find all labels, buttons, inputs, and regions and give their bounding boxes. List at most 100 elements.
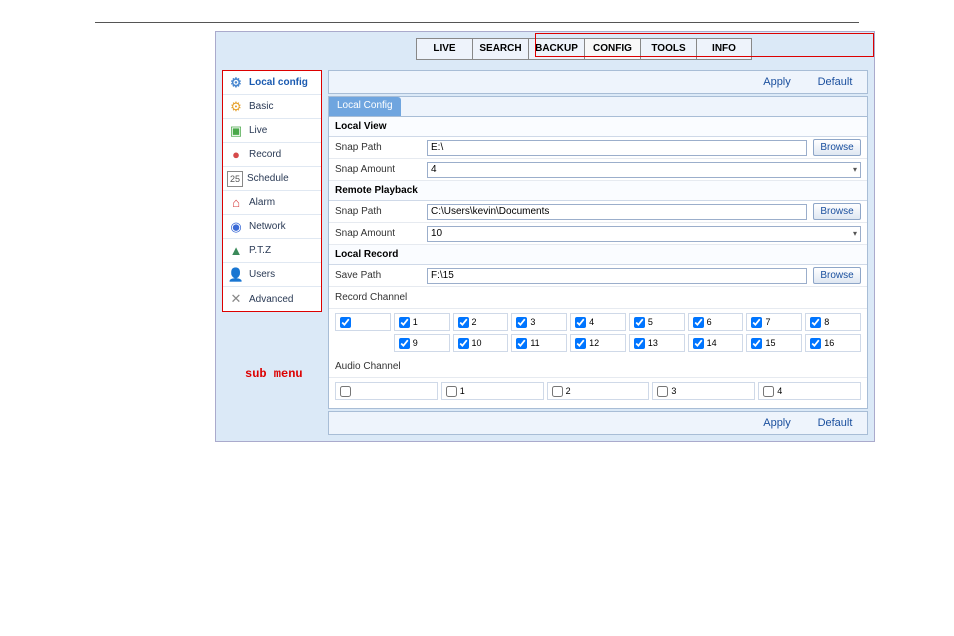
record-channel-5-checkbox[interactable]	[634, 317, 645, 328]
record-channel-13-checkbox[interactable]	[634, 338, 645, 349]
sidebar-item-record[interactable]: ● Record	[223, 143, 321, 167]
live-icon: ▣	[227, 122, 245, 140]
sidebar-item-network[interactable]: ◉Network	[223, 215, 321, 239]
record-channel-11: 11	[511, 334, 567, 352]
audio-channel-1-label: 1	[460, 386, 465, 396]
record-channel-7-checkbox[interactable]	[751, 317, 762, 328]
sidebar-item-alarm[interactable]: ⌂Alarm	[223, 191, 321, 215]
input-save-path[interactable]	[427, 268, 807, 284]
default-button[interactable]: Default	[811, 76, 859, 88]
record-channel-6-checkbox[interactable]	[693, 317, 704, 328]
select-local-view-snap-amount[interactable]: 4▾	[427, 162, 861, 178]
record-channel-15-checkbox[interactable]	[751, 338, 762, 349]
sidebar-item-label: Local config	[249, 77, 308, 88]
sidebar-item-local-config[interactable]: ⚙ Local config	[223, 71, 321, 95]
record-channel-12-checkbox[interactable]	[575, 338, 586, 349]
top-button-row: Apply Default	[328, 70, 868, 94]
sidebar-item-schedule[interactable]: 25Schedule	[223, 167, 321, 191]
apply-button[interactable]: Apply	[753, 76, 801, 88]
sidebar-item-label: Record	[249, 149, 281, 160]
record-channel-16-checkbox[interactable]	[810, 338, 821, 349]
input-remote-snap-path[interactable]	[427, 204, 807, 220]
browse-button[interactable]: Browse	[813, 267, 861, 284]
record-channel-4-label: 4	[589, 317, 594, 327]
local-config-icon: ⚙	[227, 74, 245, 92]
record-channel-3-checkbox[interactable]	[516, 317, 527, 328]
record-channel-8-checkbox[interactable]	[810, 317, 821, 328]
label-snap-path: Snap Path	[329, 206, 427, 217]
audio-channel-4-checkbox[interactable]	[763, 386, 774, 397]
p-t-z-icon: ▲	[227, 242, 245, 260]
sidebar-item-label: P.T.Z	[249, 245, 271, 256]
sidebar-item-users[interactable]: 👤Users	[223, 263, 321, 287]
audio-channel-2-checkbox[interactable]	[552, 386, 563, 397]
audio-channel-3: 3	[652, 382, 755, 400]
record-channel-4-checkbox[interactable]	[575, 317, 586, 328]
record-channel-14-label: 14	[707, 338, 717, 348]
tab-config[interactable]: CONFIG	[584, 38, 640, 60]
record-channel-10: 10	[453, 334, 509, 352]
record-channel-2-checkbox[interactable]	[458, 317, 469, 328]
audio-channel-all-checkbox[interactable]	[340, 386, 351, 397]
network-icon: ◉	[227, 218, 245, 236]
audio-channel-2: 2	[547, 382, 650, 400]
record-channel-12: 12	[570, 334, 626, 352]
section-remote-playback: Remote Playback	[329, 181, 867, 201]
record-channel-14-checkbox[interactable]	[693, 338, 704, 349]
audio-channel-3-checkbox[interactable]	[657, 386, 668, 397]
users-icon: 👤	[227, 266, 245, 284]
record-channel-grid: 12345678910111213141516	[329, 309, 867, 356]
record-channel-3-label: 3	[530, 317, 535, 327]
sidebar-item-advanced[interactable]: ✕Advanced	[223, 287, 321, 311]
tab-search[interactable]: SEARCH	[472, 38, 528, 60]
record-channel-6-label: 6	[707, 317, 712, 327]
main-menu: LIVESEARCHBACKUPCONFIGTOOLSINFO	[416, 38, 752, 60]
tab-backup[interactable]: BACKUP	[528, 38, 584, 60]
default-button[interactable]: Default	[811, 417, 859, 429]
record-channel-9-label: 9	[413, 338, 418, 348]
audio-channel-1: 1	[441, 382, 544, 400]
record-channel-1-checkbox[interactable]	[399, 317, 410, 328]
apply-button[interactable]: Apply	[753, 417, 801, 429]
record-channel-all	[335, 313, 391, 331]
panel-tab-local-config[interactable]: Local Config	[329, 97, 401, 116]
record-channel-2: 2	[453, 313, 509, 331]
record-channel-all-checkbox[interactable]	[340, 317, 351, 328]
sidebar-item-basic[interactable]: ⚙Basic	[223, 95, 321, 119]
record-channel-10-checkbox[interactable]	[458, 338, 469, 349]
record-channel-13: 13	[629, 334, 685, 352]
record-channel-9: 9	[394, 334, 450, 352]
tab-live[interactable]: LIVE	[416, 38, 472, 60]
audio-channel-all	[335, 382, 438, 400]
annotation-sub-menu: sub menu	[245, 367, 303, 381]
record-channel-12-label: 12	[589, 338, 599, 348]
sidebar-item-label: Alarm	[249, 197, 275, 208]
select-remote-snap-amount[interactable]: 10▾	[427, 226, 861, 242]
browse-button[interactable]: Browse	[813, 139, 861, 156]
sidebar-item-live[interactable]: ▣ Live	[223, 119, 321, 143]
tab-info[interactable]: INFO	[696, 38, 752, 60]
section-local-record: Local Record	[329, 245, 867, 265]
record-channel-14: 14	[688, 334, 744, 352]
record-channel-16: 16	[805, 334, 861, 352]
record-channel-11-checkbox[interactable]	[516, 338, 527, 349]
record-channel-11-label: 11	[530, 338, 539, 348]
record-channel-9-checkbox[interactable]	[399, 338, 410, 349]
record-icon: ●	[227, 146, 245, 164]
audio-channel-3-label: 3	[671, 386, 676, 396]
sidebar: ⚙ Local config ⚙Basic ▣ Live ● Record 25Schedul…	[222, 70, 322, 312]
input-local-view-snap-path[interactable]	[427, 140, 807, 156]
record-channel-1: 1	[394, 313, 450, 331]
record-channel-10-label: 10	[472, 338, 482, 348]
browse-button[interactable]: Browse	[813, 203, 861, 220]
record-channel-2-label: 2	[472, 317, 477, 327]
record-channel-8-label: 8	[824, 317, 829, 327]
label-save-path: Save Path	[329, 270, 427, 281]
audio-channel-1-checkbox[interactable]	[446, 386, 457, 397]
tab-tools[interactable]: TOOLS	[640, 38, 696, 60]
record-channel-6: 6	[688, 313, 744, 331]
sidebar-item-p-t-z[interactable]: ▲ P.T.Z	[223, 239, 321, 263]
label-snap-path: Snap Path	[329, 142, 427, 153]
sidebar-item-label: Live	[249, 125, 267, 136]
record-channel-13-label: 13	[648, 338, 658, 348]
